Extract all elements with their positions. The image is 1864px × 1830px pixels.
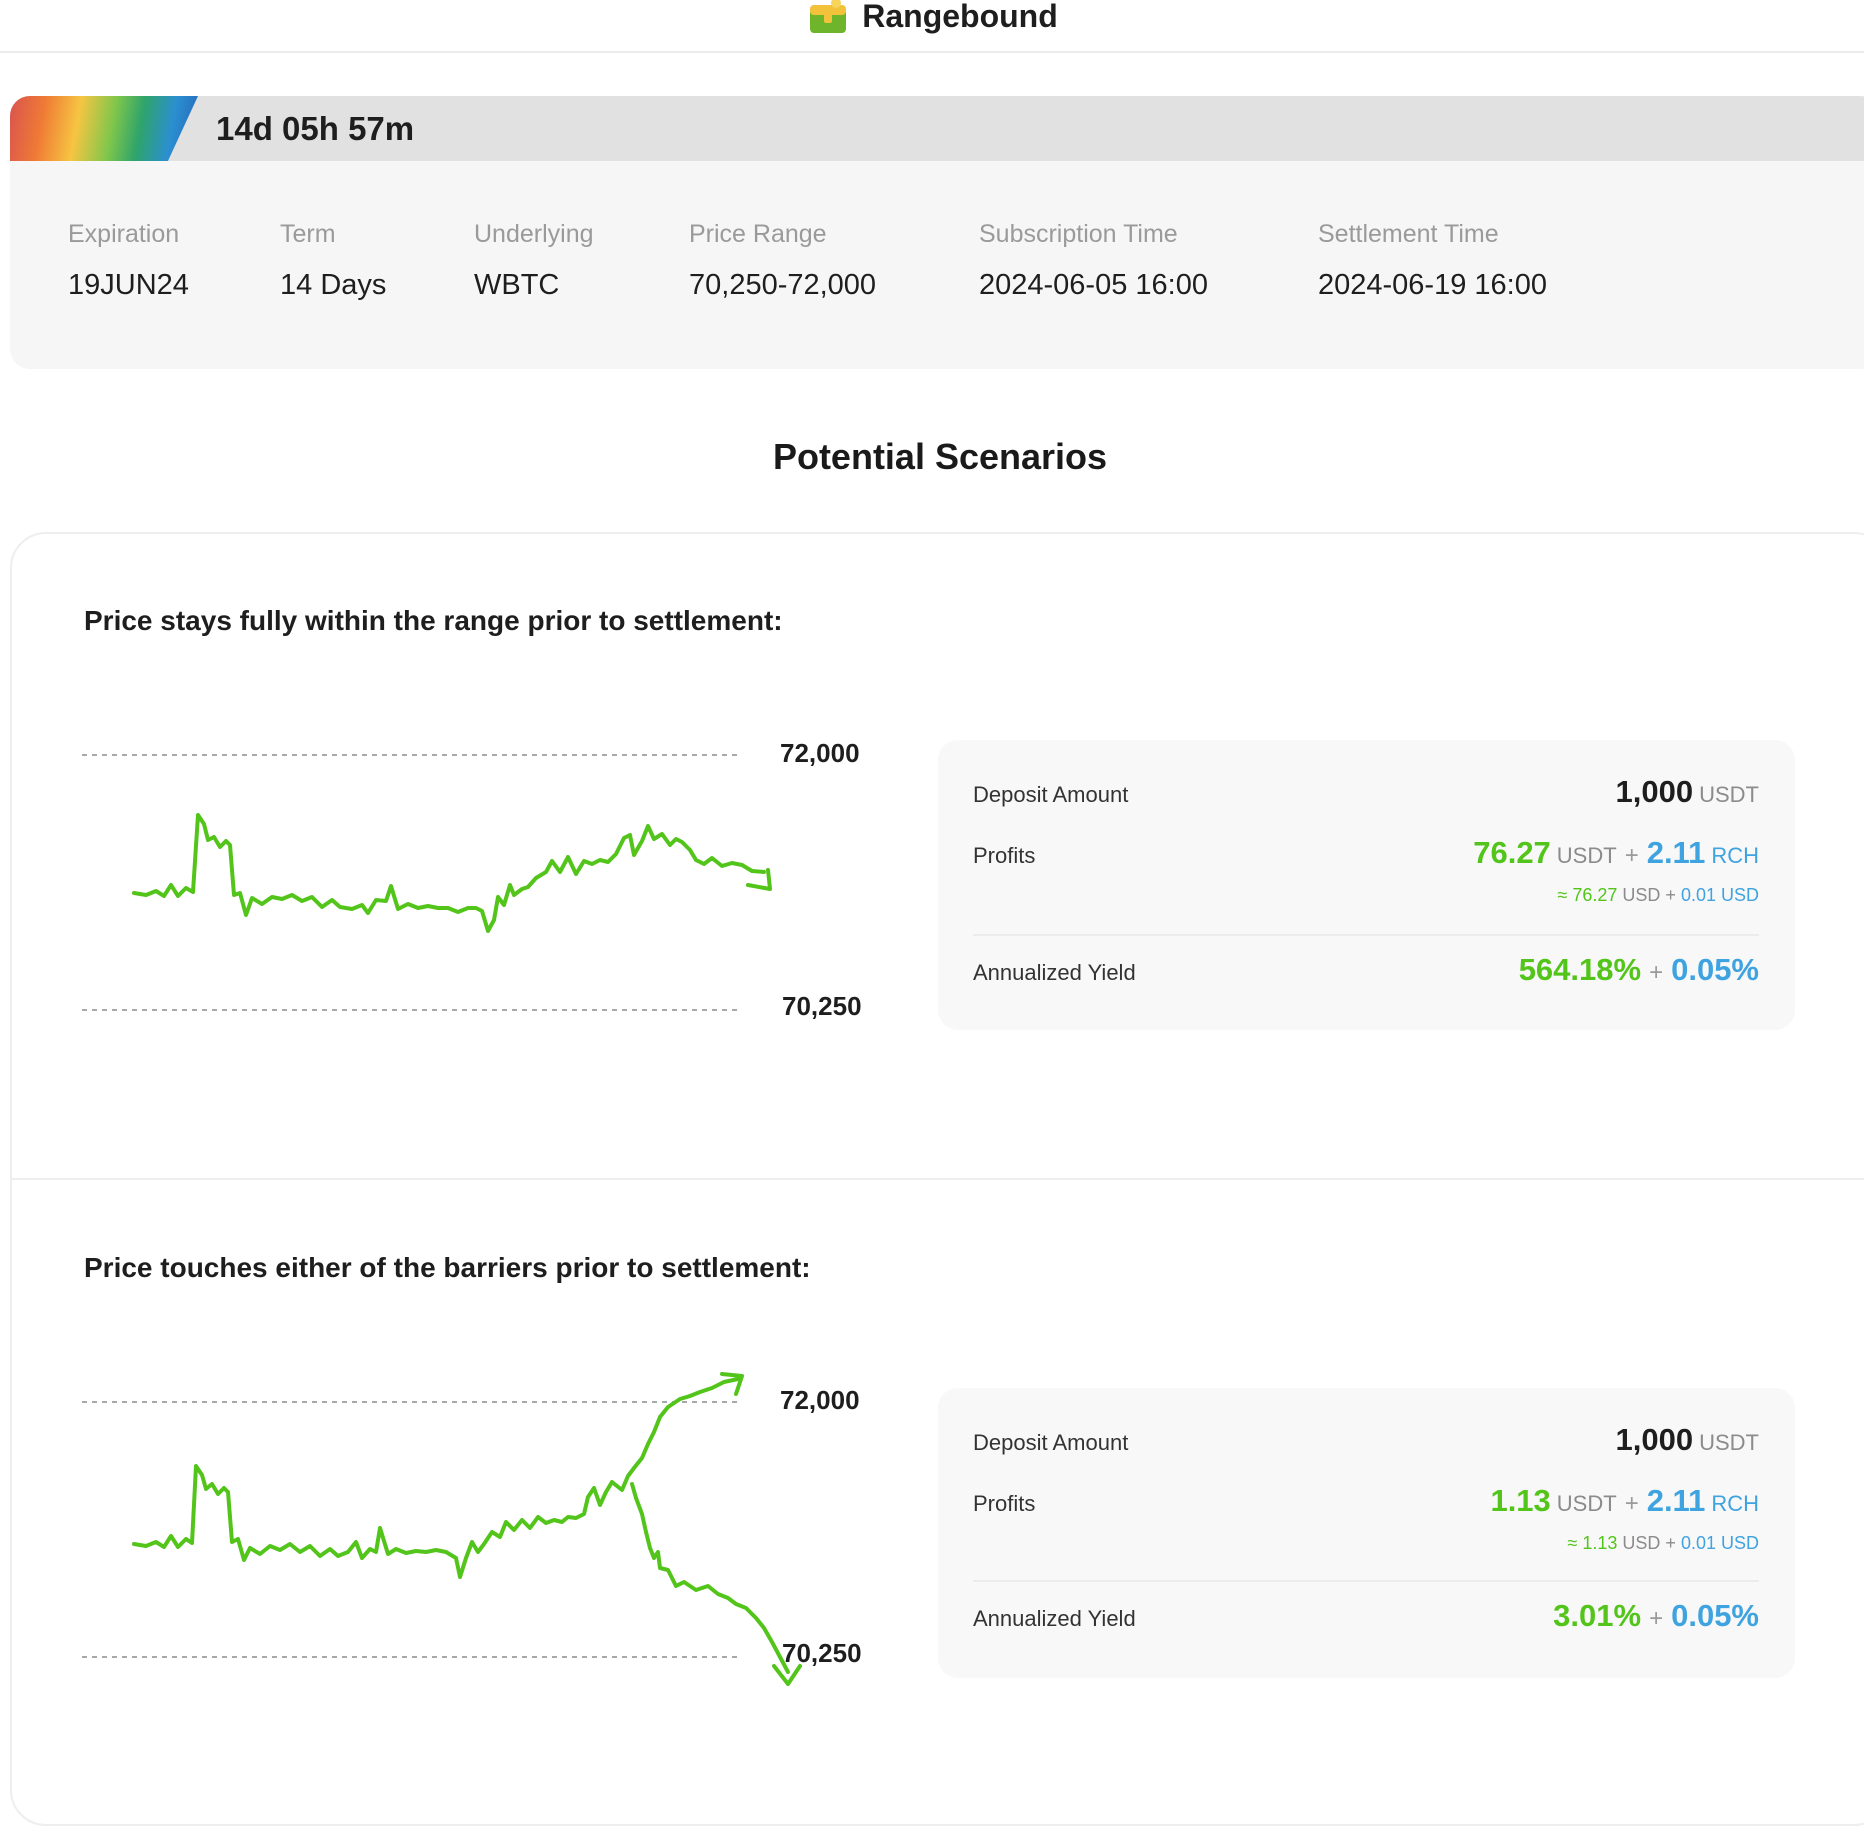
profit-bonus-value: 2.11 (1646, 1483, 1706, 1518)
deposit-amount: 1,000 USDT (1616, 774, 1759, 810)
deposit-label: Deposit Amount (973, 782, 1129, 807)
yield-main: 564.18% (1518, 952, 1642, 987)
field-value: WBTC (474, 269, 560, 301)
lower-barrier-label: 70,250 (782, 991, 862, 1021)
lower-barrier-label: 70,250 (782, 1638, 862, 1668)
deposit-unit: USDT (1699, 1430, 1759, 1455)
field-value: 2024-06-05 16:00 (979, 269, 1208, 301)
field-label: Price Range (689, 220, 827, 248)
approx-plus: + (1665, 1533, 1676, 1553)
deposit-unit: USDT (1699, 782, 1759, 807)
profit-main-value: 1.13 (1490, 1483, 1551, 1518)
field-label: Expiration (68, 220, 180, 248)
price-path-line (132, 813, 766, 933)
page: Rangebound 14d 05h 57m Expiration 19JUN2… (0, 0, 1864, 1830)
field-label: Underlying (474, 220, 594, 248)
plus-sign: + (1649, 1605, 1664, 1632)
scenario-1-chart-svg: 72,000 70,250 (82, 738, 862, 1021)
countdown-timer: 14d 05h 57m (216, 110, 415, 147)
approx-main-value: 76.27 (1572, 885, 1618, 905)
scenario-1-chart: 72,000 70,250 (76, 725, 896, 1065)
approx-bonus: 0.01 USD (1680, 1533, 1759, 1553)
yield-values: 564.18% +0.05% (1519, 952, 1759, 988)
yield-bonus: 0.05% (1671, 952, 1759, 987)
scenario-1-title: Price stays fully within the range prior… (84, 605, 783, 636)
field-expiration: Expiration 19JUN24 (68, 220, 189, 302)
yield-values: 3.01% +0.05% (1553, 1598, 1759, 1634)
profits-amount: 76.27 USDT +2.11 RCH (1473, 835, 1759, 871)
scenario-1-result-box: Deposit Amount 1,000 USDT Profits 76.27 US… (938, 740, 1795, 1030)
field-value: 70,250-72,000 (689, 269, 877, 301)
rainbow-stripe (10, 96, 198, 161)
scenario-divider (10, 1178, 1864, 1180)
approx-main-unit: USD (1622, 885, 1661, 905)
upper-barrier-label: 72,000 (780, 738, 860, 768)
profit-main-unit: USDT (1556, 1491, 1617, 1516)
field-term: Term 14 Days (280, 220, 386, 302)
plus-sign: + (1624, 1490, 1639, 1517)
approx-symbol: ≈ (1557, 885, 1568, 905)
plus-sign: + (1649, 959, 1664, 986)
field-subscription-time: Subscription Time 2024-06-05 16:00 (979, 220, 1208, 302)
field-label: Settlement Time (1318, 220, 1499, 248)
section-title: Potential Scenarios (772, 436, 1108, 477)
app-title: Rangebound (862, 0, 1058, 34)
scenario-2-chart: 72,000 70,250 (76, 1372, 896, 1712)
deposit-value: 1,000 (1615, 774, 1694, 809)
upper-barrier-label: 72,000 (780, 1385, 860, 1415)
field-label: Subscription Time (979, 220, 1178, 248)
scenario-2-result-box: Deposit Amount 1,000 USDT Profits 1.13 USD… (938, 1388, 1795, 1678)
app-header: Rangebound (0, 0, 1864, 53)
deposit-amount: 1,000 USDT (1616, 1422, 1759, 1458)
deposit-value: 1,000 (1615, 1422, 1694, 1457)
approx-symbol: ≈ (1567, 1533, 1578, 1553)
field-value: 2024-06-19 16:00 (1318, 269, 1547, 301)
result-separator (973, 1580, 1759, 1582)
field-label: Term (280, 220, 336, 248)
profit-bonus-unit: RCH (1711, 1491, 1759, 1516)
profits-amount: 1.13 USDT +2.11 RCH (1490, 1483, 1759, 1519)
profits-approx: ≈ 76.27 USD + 0.01 USD (1557, 885, 1759, 906)
approx-bonus: 0.01 USD (1680, 885, 1759, 905)
lower-price-path-line (630, 1482, 790, 1674)
field-value: 19JUN24 (68, 269, 189, 301)
field-settlement-time: Settlement Time 2024-06-19 16:00 (1318, 220, 1547, 302)
plus-sign: + (1624, 842, 1639, 869)
yield-main: 3.01% (1553, 1598, 1642, 1633)
yield-label: Annualized Yield (973, 960, 1136, 985)
treasure-chest-icon (810, 0, 847, 33)
deposit-label: Deposit Amount (973, 1430, 1129, 1455)
field-underlying: Underlying WBTC (474, 220, 594, 302)
profits-label: Profits (973, 843, 1036, 868)
yield-bonus: 0.05% (1671, 1598, 1759, 1633)
scenario-2-title: Price touches either of the barriers pri… (84, 1252, 811, 1283)
approx-plus: + (1665, 885, 1676, 905)
product-info-card: 14d 05h 57m Expiration 19JUN24 Term 14 D… (10, 96, 1864, 369)
profit-main-unit: USDT (1556, 843, 1617, 868)
approx-main-unit: USD (1622, 1533, 1661, 1553)
profit-main-value: 76.27 (1473, 835, 1551, 870)
approx-main-value: 1.13 (1582, 1533, 1618, 1553)
profit-bonus-unit: RCH (1711, 843, 1759, 868)
profits-approx: ≈ 1.13 USD + 0.01 USD (1567, 1533, 1759, 1554)
result-separator (973, 934, 1759, 936)
price-path-line (132, 1377, 740, 1579)
field-value: 14 Days (280, 269, 387, 301)
profits-label: Profits (973, 1491, 1036, 1516)
upward-arrow-head (720, 1372, 744, 1396)
scenario-2-chart-svg: 72,000 70,250 (82, 1372, 862, 1686)
field-price-range: Price Range 70,250-72,000 (689, 220, 876, 302)
yield-label: Annualized Yield (973, 1606, 1136, 1631)
countdown-band: 14d 05h 57m (10, 96, 1864, 161)
profit-bonus-value: 2.11 (1646, 835, 1706, 870)
